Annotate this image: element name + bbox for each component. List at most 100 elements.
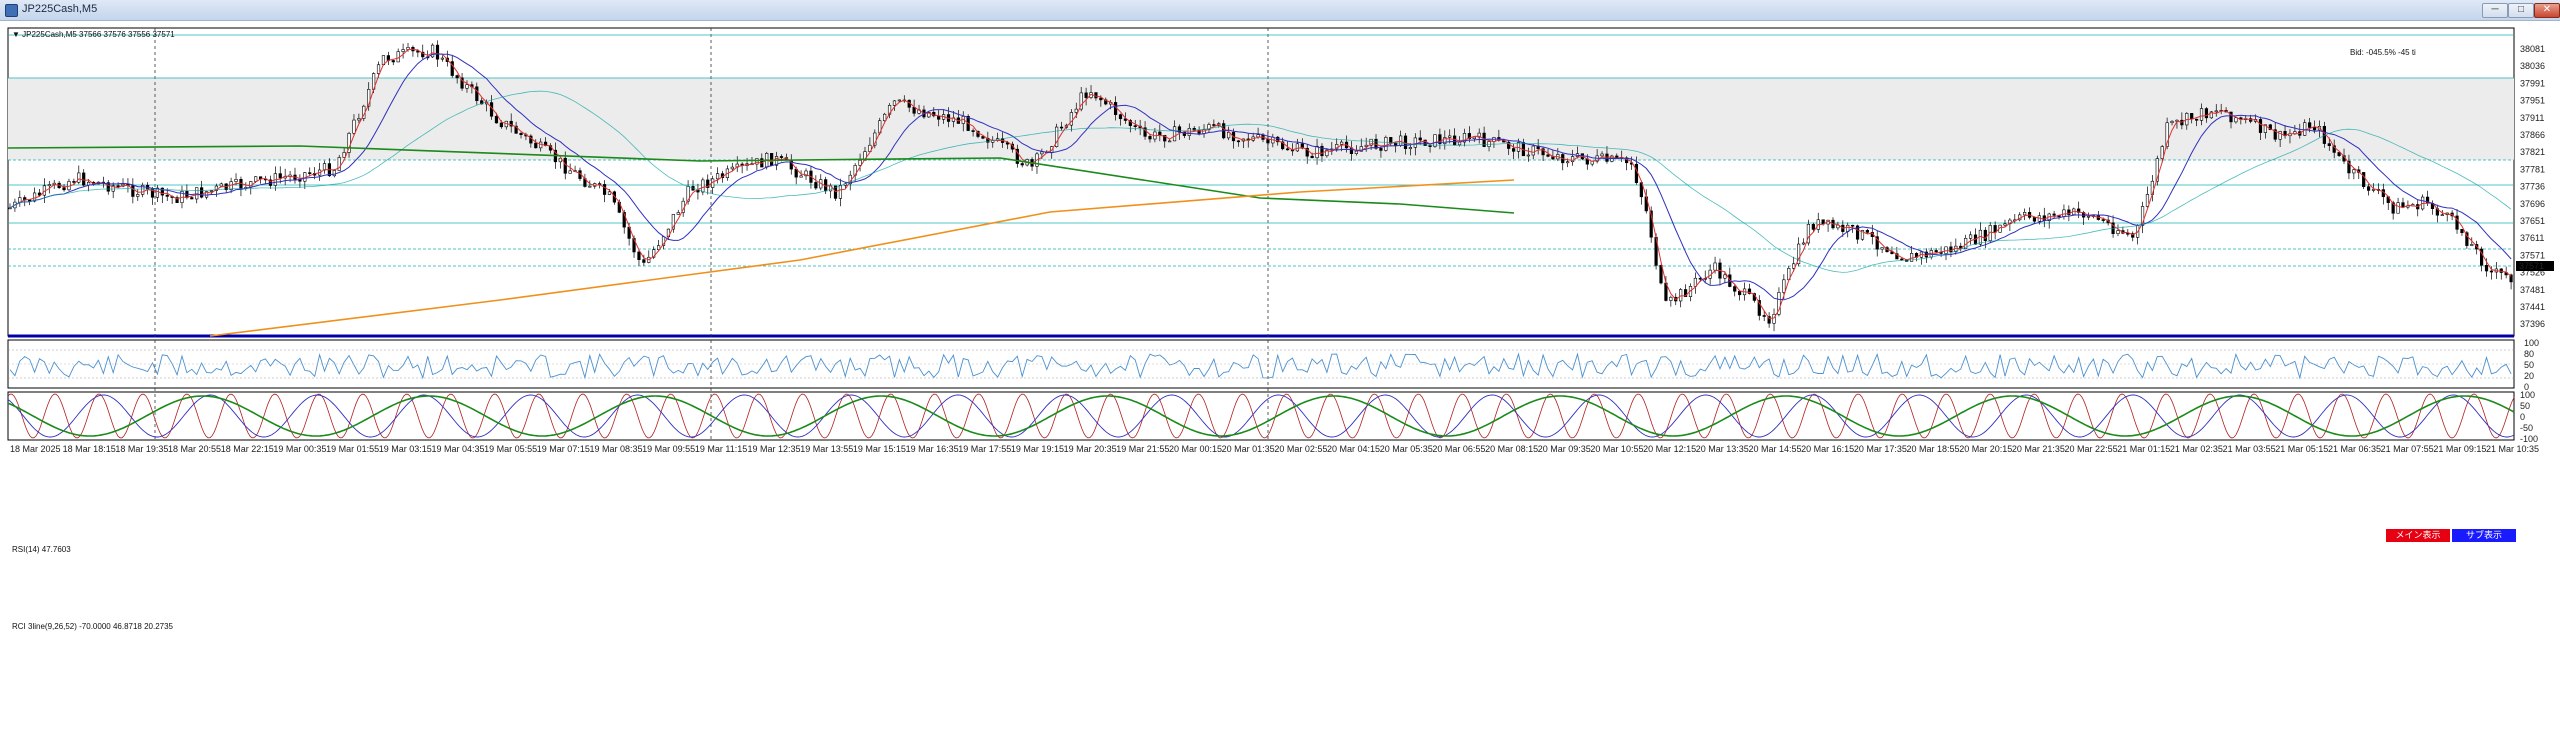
candle-body (1512, 148, 1516, 152)
candle-body (2062, 209, 2066, 217)
candle-body (2234, 117, 2238, 123)
candle-body (1118, 114, 1123, 120)
candle-body (376, 64, 381, 74)
time-axis-label: 20 Mar 20:15 (1959, 444, 2012, 454)
time-axis-label: 21 Mar 10:35 (2486, 444, 2539, 454)
candle-body (1453, 135, 1457, 146)
candle-body (897, 99, 901, 102)
candle-body (82, 172, 86, 186)
time-axis-label: 20 Mar 09:35 (1538, 444, 1591, 454)
range-zone (8, 78, 2514, 160)
time-axis-label: 19 Mar 20:35 (1064, 444, 1117, 454)
candle-body (2484, 264, 2489, 272)
current-price-label: 37571 (2519, 261, 2544, 271)
candle-body (1865, 230, 1869, 233)
candle-body (2116, 230, 2120, 235)
price-axis-label: 37441 (2520, 302, 2545, 312)
candle-body (1408, 147, 1413, 149)
candle-body (2352, 169, 2356, 174)
candle-body (2023, 212, 2027, 216)
candle-body (1020, 163, 1024, 166)
time-axis-label: 20 Mar 06:55 (1432, 444, 1485, 454)
time-axis-label: 19 Mar 03:15 (379, 444, 432, 454)
close-button[interactable]: ✕ (2534, 3, 2560, 18)
rci-axis-label: -100 (2520, 434, 2538, 444)
price-chart[interactable]: 38081 38036 37991 37951 37911 37866 37821 37781… (0, 20, 2560, 741)
time-axis-label: 20 Mar 16:15 (1801, 444, 1854, 454)
candle-body (1851, 224, 1855, 227)
candle-body (278, 173, 282, 179)
candle-body (755, 158, 759, 165)
rci-panel (7, 391, 2515, 441)
candle-body (435, 44, 440, 60)
maximize-button[interactable]: □ (2508, 3, 2534, 18)
candle-body (1880, 247, 1884, 250)
time-axis-label: 19 Mar 08:35 (589, 444, 642, 454)
minimize-button[interactable]: ─ (2482, 3, 2508, 18)
candle-body (1526, 154, 1530, 157)
rsi-axis-label: 20 (2524, 371, 2534, 381)
main-display-button[interactable]: メイン表示 (2386, 529, 2450, 542)
time-axis-label: 20 Mar 04:15 (1327, 444, 1380, 454)
time-axis-label: 18 Mar 22:15 (221, 444, 274, 454)
candle-body (534, 142, 538, 149)
main-panel (7, 27, 2515, 337)
candle-body (1389, 137, 1393, 144)
candle-body (779, 156, 784, 158)
candle-body (1693, 277, 1698, 287)
candle-body (1782, 279, 1786, 293)
candle-body (190, 197, 194, 200)
candle-body (1801, 242, 1806, 245)
candle-body (77, 172, 81, 183)
candle-body (1040, 151, 1044, 155)
candle-body (1315, 145, 1319, 159)
candle-body (1531, 145, 1535, 156)
candle-body (814, 182, 818, 189)
price-axis-label: 37651 (2520, 216, 2545, 226)
candle-body (200, 187, 204, 198)
chart-window: JP225Cash,M5 ─ □ ✕ 38081 38036 37991 37951 3… (0, 0, 2560, 741)
title-bar: JP225Cash,M5 ─ □ ✕ (0, 0, 2560, 21)
time-axis-label: 20 Mar 02:55 (1274, 444, 1327, 454)
candle-body (116, 185, 120, 188)
candle-body (1074, 108, 1078, 113)
rsi-axis-label: 100 (2524, 338, 2539, 348)
time-axis-label: 19 Mar 04:35 (431, 444, 484, 454)
time-axis-label: 20 Mar 10:55 (1590, 444, 1643, 454)
candle-body (254, 176, 258, 182)
candle-body (1403, 135, 1408, 149)
price-axis-label: 37951 (2520, 96, 2545, 106)
candle-body (519, 133, 523, 135)
rsi-axis-label: 50 (2524, 360, 2534, 370)
time-axis-label: 21 Mar 01:15 (2117, 444, 2170, 454)
time-axis-label: 18 Mar 18:15 (63, 444, 116, 454)
candle-body (730, 166, 734, 170)
price-axis-label: 37781 (2520, 164, 2545, 174)
price-axis-label: 37821 (2520, 147, 2545, 157)
candle-body (1546, 154, 1550, 157)
candle-body (2312, 127, 2317, 131)
price-axis-label: 37481 (2520, 285, 2545, 295)
candle-body (165, 194, 169, 197)
candle-body (494, 115, 499, 124)
candle-body (2214, 110, 2218, 113)
time-axis-label: 19 Mar 13:55 (800, 444, 853, 454)
candle-body (563, 157, 567, 174)
candle-body (1566, 161, 1570, 164)
candle-body (1669, 296, 1673, 301)
time-axis-label: 20 Mar 21:35 (2012, 444, 2065, 454)
candle-body (2195, 118, 2199, 121)
time-axis-label: 19 Mar 01:55 (326, 444, 379, 454)
candle-body (588, 185, 592, 188)
sub-display-button[interactable]: サブ表示 (2452, 529, 2516, 542)
chart-window-icon (5, 4, 18, 17)
time-axis-label: 20 Mar 14:55 (1748, 444, 1801, 454)
candle-body (332, 170, 336, 177)
time-axis-label: 19 Mar 11:15 (695, 444, 747, 454)
time-axis-label: 19 Mar 17:55 (958, 444, 1011, 454)
candle-body (1983, 229, 1987, 241)
candle-body (1679, 289, 1683, 302)
candle-body (234, 179, 238, 182)
candle-body (1236, 140, 1241, 143)
candle-body (1398, 135, 1403, 146)
